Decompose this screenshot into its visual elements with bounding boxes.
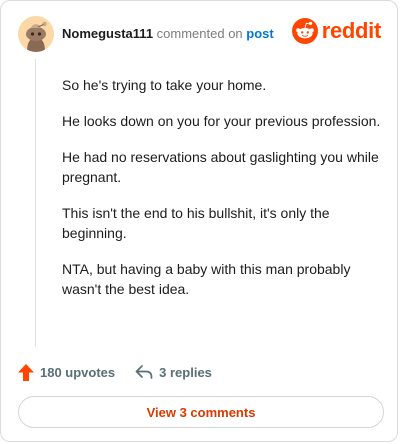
replies-button[interactable]: 3 replies bbox=[135, 364, 212, 380]
commented-on-text: commented on bbox=[156, 26, 243, 41]
reddit-brand-logo[interactable]: reddit bbox=[291, 17, 382, 45]
comment-card: Nomegusta111 commented on post reddit So… bbox=[0, 0, 398, 442]
comment-paragraph: He looks down on you for your previous p… bbox=[62, 113, 381, 129]
comment-paragraph: He had no reservations about gaslighting… bbox=[62, 149, 379, 185]
username-link[interactable]: Nomegusta111 bbox=[62, 26, 153, 41]
comment-header: Nomegusta111 commented on post reddit bbox=[18, 16, 383, 52]
thread-line[interactable] bbox=[35, 59, 36, 347]
reply-arrow-icon bbox=[135, 365, 153, 379]
upvote-arrow-icon bbox=[18, 363, 34, 381]
post-link[interactable]: post bbox=[246, 26, 273, 41]
user-avatar[interactable] bbox=[18, 16, 54, 52]
comment-actions: 180 upvotes 3 replies bbox=[18, 362, 232, 382]
comment-meta: Nomegusta111 commented on post bbox=[62, 26, 274, 42]
brand-wordmark: reddit bbox=[321, 18, 382, 43]
comment-body: So he's trying to take your home. He loo… bbox=[62, 75, 382, 315]
comment-paragraph: NTA, but having a baby with this man pro… bbox=[62, 261, 351, 297]
replies-count: 3 replies bbox=[159, 364, 212, 380]
reddit-alien-icon bbox=[291, 18, 318, 44]
upvote-count: 180 upvotes bbox=[40, 364, 116, 380]
comment-paragraph: This isn't the end to his bullshit, it's… bbox=[62, 205, 330, 241]
upvote-button[interactable]: 180 upvotes bbox=[18, 363, 116, 381]
snoo-avatar-icon bbox=[18, 16, 54, 52]
view-comments-button[interactable]: View 3 comments bbox=[18, 396, 384, 428]
comment-paragraph: So he's trying to take your home. bbox=[62, 77, 267, 93]
